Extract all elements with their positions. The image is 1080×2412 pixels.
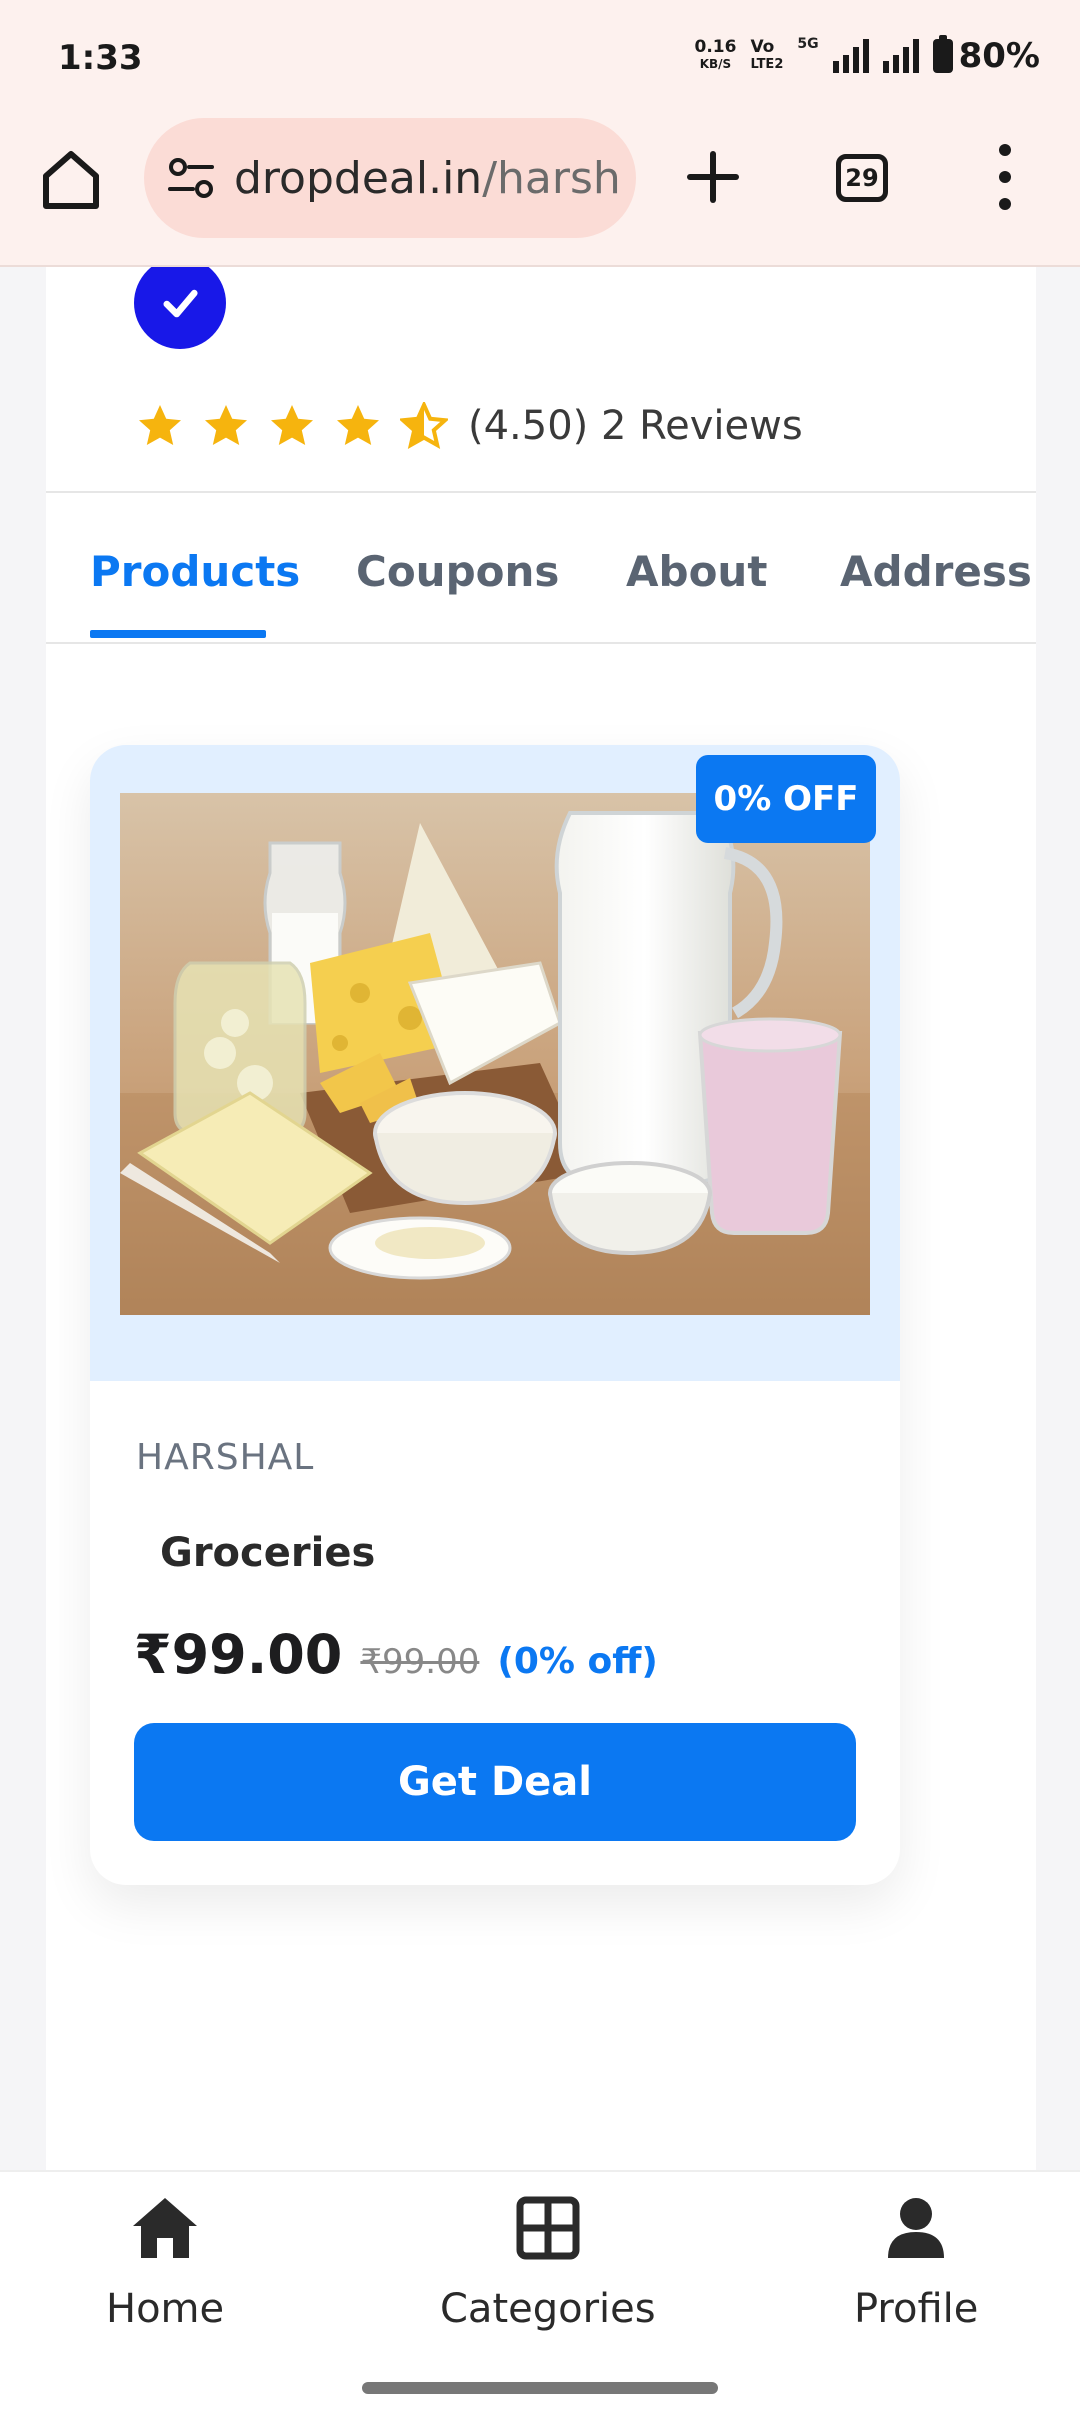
star-icon: [337, 405, 379, 445]
battery-icon: [932, 35, 953, 73]
price-row: ₹99.00 ₹99.00 (0% off): [134, 1623, 658, 1686]
verified-badge-icon: [134, 267, 226, 349]
rating-text: (4.50) 2 Reviews: [468, 403, 803, 449]
page-content: (4.50) 2 Reviews Products Coupons About …: [0, 267, 1080, 2170]
original-price: ₹99.00: [360, 1642, 480, 1682]
tab-products[interactable]: Products: [90, 547, 300, 596]
network-speed: 0.16 KB/S: [694, 37, 737, 72]
store-tabs: Products Coupons About Address: [46, 495, 1036, 645]
network-type: 5G: [797, 36, 819, 52]
address-bar[interactable]: dropdeal.in/harsh: [144, 118, 636, 238]
divider: [46, 491, 1036, 493]
volte-indicator: Vo LTE2: [750, 37, 784, 73]
discount-badge: 0% OFF: [696, 755, 876, 843]
tab-coupons[interactable]: Coupons: [356, 547, 559, 596]
product-title[interactable]: Groceries: [160, 1530, 375, 1576]
active-tab-indicator: [90, 630, 266, 638]
nav-home[interactable]: Home: [106, 2192, 224, 2332]
home-icon: [133, 2198, 198, 2258]
signal-icon-2: [882, 39, 919, 73]
status-bar: 1:33 0.16 KB/S Vo LTE2 5G 80%: [0, 0, 1080, 120]
overflow-menu-icon[interactable]: [990, 144, 1020, 210]
signal-icon: [832, 39, 869, 73]
status-time: 1:33: [58, 38, 143, 78]
tab-about[interactable]: About: [626, 547, 767, 596]
new-tab-icon[interactable]: [680, 144, 746, 210]
grid-icon: [516, 2196, 580, 2260]
get-deal-button[interactable]: Get Deal: [134, 1723, 856, 1841]
product-image-area: 0% OFF: [90, 745, 900, 1381]
current-price: ₹99.00: [134, 1623, 343, 1686]
discount-text: (0% off): [497, 1641, 658, 1682]
nav-categories[interactable]: Categories: [440, 2192, 656, 2332]
store-column: (4.50) 2 Reviews Products Coupons About …: [46, 267, 1036, 2170]
browser-toolbar: dropdeal.in/harsh 29: [0, 118, 1080, 238]
tab-address[interactable]: Address: [840, 547, 1032, 596]
divider: [46, 642, 1036, 644]
half-star-icon: [400, 402, 448, 449]
product-store-name: HARSHAL: [136, 1437, 315, 1478]
star-icon: [271, 405, 313, 445]
site-settings-icon[interactable]: [166, 153, 216, 203]
nav-home-label: Home: [106, 2286, 225, 2332]
home-icon[interactable]: [38, 146, 104, 212]
product-card[interactable]: 0% OFF HARSHAL Groceries ₹99.00 ₹99.00 (…: [90, 745, 900, 1885]
nav-profile-label: Profile: [854, 2286, 979, 2332]
browser-chrome: 1:33 0.16 KB/S Vo LTE2 5G 80% dropdeal.i…: [0, 0, 1080, 267]
gesture-handle[interactable]: [362, 2382, 718, 2394]
nav-categories-label: Categories: [440, 2286, 656, 2332]
nav-profile[interactable]: Profile: [854, 2192, 978, 2332]
store-rating: (4.50) 2 Reviews: [136, 402, 803, 450]
tab-switcher-button[interactable]: 29: [836, 154, 888, 202]
bottom-navigation: Home Categories Profile: [0, 2170, 1080, 2364]
star-icon: [205, 405, 247, 445]
rating-stars: [136, 402, 448, 450]
url-text[interactable]: dropdeal.in/harsh: [234, 153, 621, 204]
star-icon: [139, 405, 181, 445]
battery-status: 80%: [932, 35, 1040, 76]
status-indicators: 0.16 KB/S Vo LTE2 5G 80%: [694, 35, 1040, 76]
product-image[interactable]: [120, 793, 870, 1315]
person-icon: [888, 2198, 945, 2258]
